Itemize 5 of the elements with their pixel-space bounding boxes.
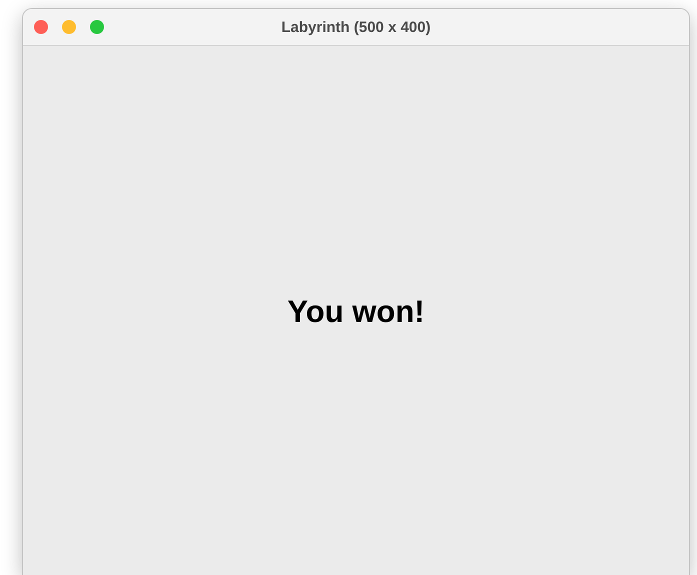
win-message: You won! xyxy=(287,294,425,330)
minimize-button[interactable] xyxy=(62,20,76,34)
close-button[interactable] xyxy=(34,20,48,34)
zoom-button[interactable] xyxy=(90,20,104,34)
window-title: Labyrinth (500 x 400) xyxy=(281,18,431,36)
